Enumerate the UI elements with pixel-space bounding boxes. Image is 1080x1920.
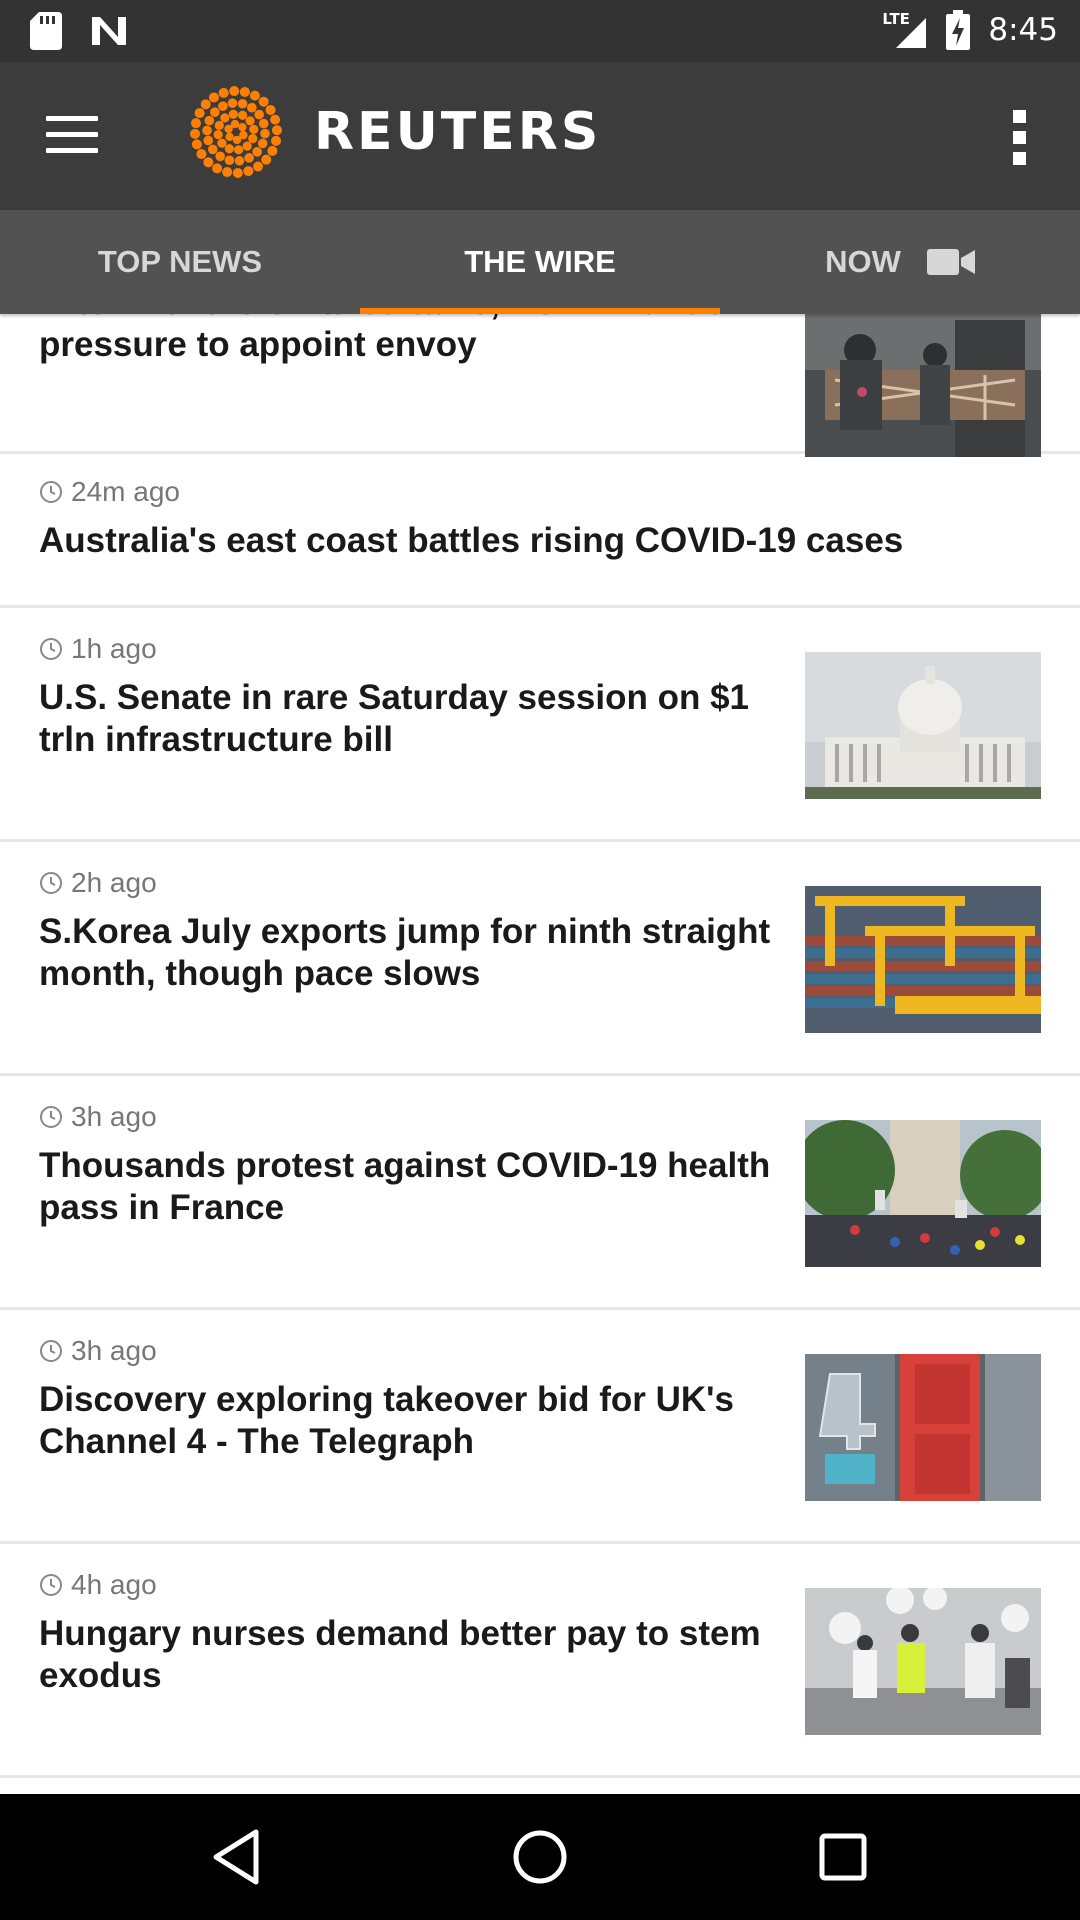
- app-bar: REUTERS: [0, 62, 1080, 210]
- section-tabs: TOP NEWS THE WIRE NOW: [0, 210, 1080, 314]
- tab-label: NOW: [825, 244, 901, 279]
- story-time: 2h ago: [71, 867, 157, 898]
- story-item[interactable]: 1h ago U.S. Senate in rare Saturday sess…: [0, 608, 1080, 842]
- system-nav-bar: [0, 1794, 1080, 1920]
- logo-text: REUTERS: [314, 102, 602, 162]
- container-port-cranes-photo[interactable]: [805, 886, 1041, 1033]
- channel-4-building-photo[interactable]: [805, 1354, 1041, 1501]
- sd-card-icon: [30, 12, 62, 50]
- reuters-dots-icon: [190, 86, 282, 178]
- story-meta: 1h ago: [39, 633, 157, 665]
- tab-label: TOP NEWS: [97, 244, 263, 279]
- story-item[interactable]: 24m ago Australia's east coast battles r…: [0, 451, 1080, 608]
- story-meta: 3h ago: [39, 1335, 157, 1367]
- story-item[interactable]: 3h ago Discovery exploring takeover bid …: [0, 1310, 1080, 1544]
- story-time: 3h ago: [71, 1335, 157, 1366]
- story-meta: 24m ago: [39, 476, 180, 508]
- clock-icon: [40, 872, 62, 894]
- reuters-logo: REUTERS: [188, 84, 601, 180]
- story-headline[interactable]: Australia's east coast battles rising CO…: [39, 520, 1039, 562]
- overflow-menu-icon[interactable]: [1010, 110, 1028, 166]
- tab-top-news[interactable]: TOP NEWS: [0, 210, 360, 314]
- story-headline[interactable]: Thousands protest against COVID-19 healt…: [39, 1145, 784, 1229]
- battery-charging-icon: [946, 10, 971, 50]
- clock-icon: [40, 1106, 62, 1128]
- paris-protest-crowd-photo[interactable]: [805, 1120, 1041, 1267]
- clock-icon: [40, 1340, 62, 1362]
- video-camera-icon: [926, 247, 975, 277]
- lte-signal-icon: LTE: [882, 10, 928, 50]
- story-headline[interactable]: Hungary nurses demand better pay to stem…: [39, 1613, 784, 1697]
- story-item[interactable]: 4h ago Hungary nurses demand better pay …: [0, 1544, 1080, 1778]
- clock-icon: [40, 481, 62, 503]
- story-headline[interactable]: U.S. Senate in rare Saturday session on …: [39, 677, 784, 761]
- hamburger-menu-icon[interactable]: [46, 116, 98, 156]
- capitol-building-photo[interactable]: [805, 652, 1041, 799]
- story-headline[interactable]: Discovery exploring takeover bid for UK'…: [39, 1379, 784, 1463]
- back-triangle-icon[interactable]: [204, 1824, 270, 1890]
- n-notification-icon: [92, 17, 126, 45]
- tab-label: THE WIRE: [464, 244, 616, 279]
- clock-icon: [40, 1574, 62, 1596]
- story-meta: 4h ago: [39, 1569, 157, 1601]
- story-headline[interactable]: S.Korea July exports jump for ninth stra…: [39, 911, 784, 995]
- soldiers-barricade-photo[interactable]: [805, 310, 1041, 457]
- story-item[interactable]: 2h ago S.Korea July exports jump for nin…: [0, 842, 1080, 1076]
- clock-icon: [40, 638, 62, 660]
- story-time: 24m ago: [71, 476, 180, 507]
- clock-time: 8:45: [988, 12, 1058, 48]
- tab-now[interactable]: NOW: [720, 210, 1080, 314]
- story-time: 4h ago: [71, 1569, 157, 1600]
- story-time: 1h ago: [71, 633, 157, 664]
- home-circle-icon[interactable]: [507, 1824, 573, 1890]
- story-meta: 3h ago: [39, 1101, 157, 1133]
- nurses-march-balloons-photo[interactable]: [805, 1588, 1041, 1735]
- story-meta: 2h ago: [39, 867, 157, 899]
- status-bar: LTE 8:45: [0, 0, 1080, 62]
- story-time: 3h ago: [71, 1101, 157, 1132]
- story-item[interactable]: 3h ago Thousands protest against COVID-1…: [0, 1076, 1080, 1310]
- recents-square-icon[interactable]: [810, 1824, 876, 1890]
- tab-the-wire[interactable]: THE WIRE: [360, 210, 720, 314]
